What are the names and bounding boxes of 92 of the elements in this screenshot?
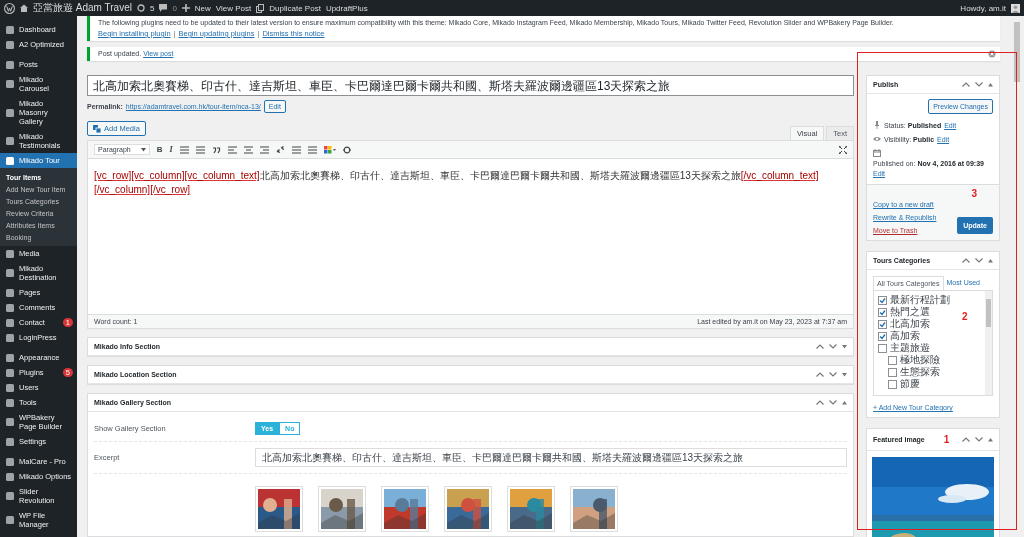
annotation-number: 1 (943, 434, 950, 445)
checkbox[interactable] (878, 319, 887, 329)
format-button[interactable]: B (156, 145, 163, 155)
admin-bar-link[interactable]: New (194, 3, 211, 13)
square-icon (6, 156, 14, 165)
square-icon (6, 333, 14, 342)
eye-icon (873, 135, 881, 143)
admin-bar-link[interactable]: UpdraftPlus (325, 3, 368, 13)
move-up-icon[interactable] (816, 400, 824, 405)
square-icon (6, 108, 14, 117)
square-icon (6, 383, 14, 392)
square-icon (6, 288, 14, 297)
comment-bubble-icon[interactable] (159, 4, 168, 12)
square-icon (6, 40, 14, 49)
format-button[interactable]: I (169, 145, 173, 155)
square-icon (6, 418, 14, 426)
toggle-arrow-icon[interactable] (842, 344, 847, 349)
toggle-arrow-icon[interactable] (842, 372, 847, 377)
wordpress-logo-icon[interactable] (4, 2, 15, 14)
move-up-icon[interactable] (816, 372, 824, 377)
updates-count[interactable]: 5 (149, 3, 155, 13)
home-icon[interactable] (20, 4, 28, 12)
checkbox[interactable] (888, 355, 897, 365)
title-field[interactable]: 北高加索北奧賽梯、印古什、達吉斯坦、車臣、卡巴爾達巴爾卡爾共和國、斯塔夫羅波爾邊疆區13天探索之旅 (87, 75, 854, 97)
move-up-icon[interactable] (962, 82, 970, 87)
align-right-icon[interactable] (259, 145, 269, 154)
checkbox[interactable] (878, 331, 887, 341)
square-icon (6, 492, 14, 500)
color-grid-icon[interactable] (323, 145, 336, 154)
collapse-arrow-icon[interactable] (988, 258, 993, 263)
square-icon (6, 437, 14, 446)
move-down-icon[interactable] (975, 437, 983, 442)
dismiss-icon[interactable] (988, 50, 996, 58)
square-icon (6, 368, 14, 377)
site-name-link[interactable]: 亞當旅遊 Adam Travel (33, 1, 132, 15)
excerpt-field[interactable]: 北高加索北奧賽梯、印古什、達吉斯坦、車臣、卡巴爾達巴爾卡爾共和國、斯塔夫羅波爾邊疆區13天探索之旅 (255, 448, 847, 467)
square-icon (6, 249, 14, 258)
checkbox[interactable] (888, 379, 897, 389)
square-icon (6, 398, 14, 407)
caret-icon (140, 147, 146, 152)
quote-icon[interactable] (211, 145, 221, 154)
square-icon (6, 25, 14, 34)
comments-count[interactable]: 0 (172, 3, 177, 13)
move-down-icon[interactable] (829, 372, 837, 377)
square-icon (6, 472, 14, 481)
category-label[interactable]: 高加索 (890, 329, 920, 343)
category-label[interactable]: 北高加索 (890, 317, 930, 331)
user-avatar-icon[interactable] (1011, 3, 1020, 13)
category-label[interactable]: 極地探險 (900, 353, 940, 367)
toggle-arrow-icon[interactable] (842, 400, 847, 405)
move-down-icon[interactable] (829, 344, 837, 349)
refresh-icon[interactable] (136, 4, 145, 12)
align-left-icon[interactable] (227, 145, 237, 154)
admin-bar-link[interactable]: View Post (215, 3, 252, 13)
move-down-icon[interactable] (975, 82, 983, 87)
category-label[interactable]: 節慶 (900, 377, 920, 391)
checkbox[interactable] (878, 295, 887, 305)
square-icon (6, 516, 14, 524)
square-icon (6, 80, 14, 88)
greeting-link[interactable]: Howdy, am.it (960, 3, 1006, 13)
plus-icon[interactable] (181, 4, 190, 12)
move-down-icon[interactable] (975, 258, 983, 263)
square-icon (6, 457, 14, 466)
move-up-icon[interactable] (962, 437, 970, 442)
square-icon (6, 60, 14, 69)
category-label[interactable]: 主題旅遊 (890, 341, 930, 355)
square-icon (6, 137, 14, 145)
align-center-icon[interactable] (243, 145, 253, 154)
category-label[interactable]: 生態探索 (900, 365, 940, 379)
annotation-number: 2 (962, 311, 968, 322)
square-icon (6, 303, 14, 312)
checkbox[interactable] (878, 343, 887, 353)
copy-icon[interactable] (256, 3, 265, 13)
square-icon (6, 353, 14, 362)
calendar-icon (873, 149, 881, 157)
square-icon (6, 318, 14, 327)
pin-icon (873, 121, 881, 129)
fullscreen-icon[interactable] (839, 145, 847, 154)
move-up-icon[interactable] (962, 258, 970, 263)
move-down-icon[interactable] (829, 400, 837, 405)
checkbox[interactable] (888, 367, 897, 377)
checkbox[interactable] (878, 307, 887, 317)
category-label[interactable]: 熱門之選 (890, 305, 930, 319)
annotation-number: 3 (971, 188, 977, 199)
admin-bar-link[interactable]: Duplicate Post (269, 3, 321, 13)
media-icon (93, 124, 101, 133)
scrollbar[interactable] (985, 291, 992, 395)
collapse-arrow-icon[interactable] (988, 437, 993, 442)
category-label[interactable]: 最新行程計劃 (890, 293, 950, 307)
move-up-icon[interactable] (816, 344, 824, 349)
collapse-arrow-icon[interactable] (988, 82, 993, 87)
square-icon (6, 269, 14, 277)
